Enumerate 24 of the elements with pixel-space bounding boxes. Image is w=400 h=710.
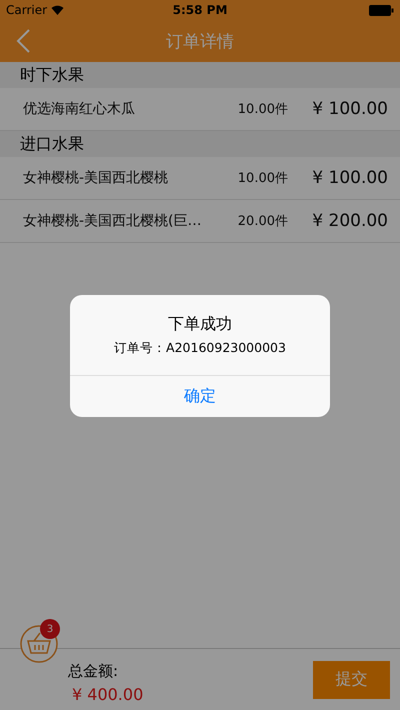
item-quantity: 20.00件 (236, 213, 288, 230)
total-label: 总金额: (68, 662, 120, 680)
item-price: ¥ 100.00 (311, 168, 388, 188)
section-header: 进口水果 (0, 131, 400, 157)
item-price: ¥ 100.00 (311, 99, 388, 119)
status-time: 5:58 PM (172, 3, 228, 17)
wifi-icon (51, 5, 64, 15)
confirm-button[interactable]: 确定 (70, 375, 330, 417)
back-icon[interactable] (16, 29, 30, 53)
cart-count-badge: 3 (40, 619, 60, 639)
item-name: 优选海南红心木瓜 (23, 100, 136, 118)
submit-button[interactable]: 提交 (313, 660, 390, 698)
item-quantity: 10.00件 (236, 101, 288, 118)
nav-title: 订单详情 (166, 30, 234, 52)
alert-title: 下单成功 (168, 314, 232, 335)
total-amount: ¥ 400.00 (72, 684, 144, 704)
item-price: ¥ 200.00 (311, 211, 388, 231)
section-header: 时下水果 (0, 62, 400, 88)
carrier-label: Carrier (6, 3, 48, 17)
alert-message: 订单号：A20160923000003 (114, 340, 286, 357)
item-name: 女神樱桃-美国西北樱桃(巨… (23, 212, 203, 230)
item-name: 女神樱桃-美国西北樱桃 (23, 169, 170, 187)
battery-icon (369, 4, 394, 16)
item-quantity: 10.00件 (236, 170, 288, 187)
